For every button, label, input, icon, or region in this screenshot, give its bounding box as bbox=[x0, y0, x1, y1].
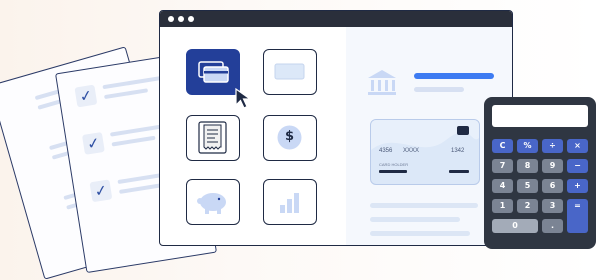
subheading-bar bbox=[414, 87, 464, 92]
tile-card[interactable] bbox=[263, 49, 317, 95]
card-number-left: 4356 bbox=[379, 148, 393, 154]
calculator-key[interactable]: = bbox=[567, 199, 588, 233]
receipt-icon bbox=[198, 121, 227, 154]
calculator-key[interactable]: ÷ bbox=[542, 139, 563, 153]
credit-card: 4356 XXXX 1342 CARD HOLDER bbox=[370, 119, 480, 185]
calculator-key[interactable]: 1 bbox=[492, 199, 513, 213]
calculator-key[interactable]: − bbox=[567, 159, 588, 173]
card-number-mid: XXXX bbox=[403, 148, 420, 154]
calculator-display bbox=[492, 105, 588, 127]
calculator-key[interactable]: 9 bbox=[542, 159, 563, 173]
text-line bbox=[103, 88, 149, 100]
card-expiry-line bbox=[449, 170, 469, 173]
text-line bbox=[370, 217, 460, 222]
window-dot bbox=[168, 16, 174, 22]
calculator-key[interactable]: 2 bbox=[517, 199, 538, 213]
bar-chart-icon bbox=[280, 193, 299, 213]
piggy-bank-icon bbox=[197, 193, 226, 214]
calculator-key[interactable]: 7 bbox=[492, 159, 513, 173]
tile-receipt[interactable] bbox=[186, 115, 240, 161]
text-line bbox=[370, 231, 470, 236]
window-titlebar bbox=[160, 11, 512, 27]
calculator-key[interactable]: C bbox=[492, 139, 513, 153]
text-line bbox=[119, 183, 164, 194]
heading-bar bbox=[414, 73, 494, 79]
browser-window: $ 4356 XXXX 1342 CARD HOLDER bbox=[159, 10, 513, 246]
check-icon: ✓ bbox=[81, 131, 105, 155]
calculator-key[interactable]: 4 bbox=[492, 179, 513, 193]
text-line bbox=[111, 135, 156, 147]
calculator-key[interactable]: 0 bbox=[492, 219, 538, 233]
check-icon: ✓ bbox=[89, 179, 113, 203]
calculator-key[interactable]: × bbox=[567, 139, 588, 153]
bank-icon bbox=[368, 70, 396, 95]
calculator-key[interactable]: 8 bbox=[517, 159, 538, 173]
tile-cards[interactable] bbox=[186, 49, 240, 95]
tile-dollar[interactable]: $ bbox=[263, 115, 317, 161]
calculator: C% ÷ × 7 8 9− 4 5 6 +1 2 3 = 0. bbox=[484, 97, 596, 249]
text-line bbox=[102, 75, 163, 90]
check-icon: ✓ bbox=[74, 84, 98, 108]
tile-piggy-bank[interactable] bbox=[186, 179, 240, 225]
cards-icon bbox=[198, 61, 229, 83]
window-dot bbox=[178, 16, 184, 22]
card-holder: CARD HOLDER bbox=[379, 162, 409, 167]
calculator-key[interactable]: . bbox=[542, 219, 563, 233]
window-dot bbox=[188, 16, 194, 22]
card-chip bbox=[457, 126, 469, 135]
calculator-key[interactable]: 3 bbox=[542, 199, 563, 213]
calculator-key[interactable]: 6 bbox=[542, 179, 563, 193]
card-holder-line bbox=[379, 170, 407, 173]
calculator-key[interactable]: % bbox=[517, 139, 538, 153]
tile-bar-chart[interactable] bbox=[263, 179, 317, 225]
cursor-icon bbox=[235, 87, 252, 109]
card-icon bbox=[274, 63, 305, 80]
card-number-right: 1342 bbox=[451, 148, 465, 154]
calculator-key[interactable]: + bbox=[567, 179, 588, 193]
text-line bbox=[370, 203, 478, 208]
calculator-key[interactable]: 5 bbox=[517, 179, 538, 193]
dollar-symbol: $ bbox=[284, 129, 295, 144]
